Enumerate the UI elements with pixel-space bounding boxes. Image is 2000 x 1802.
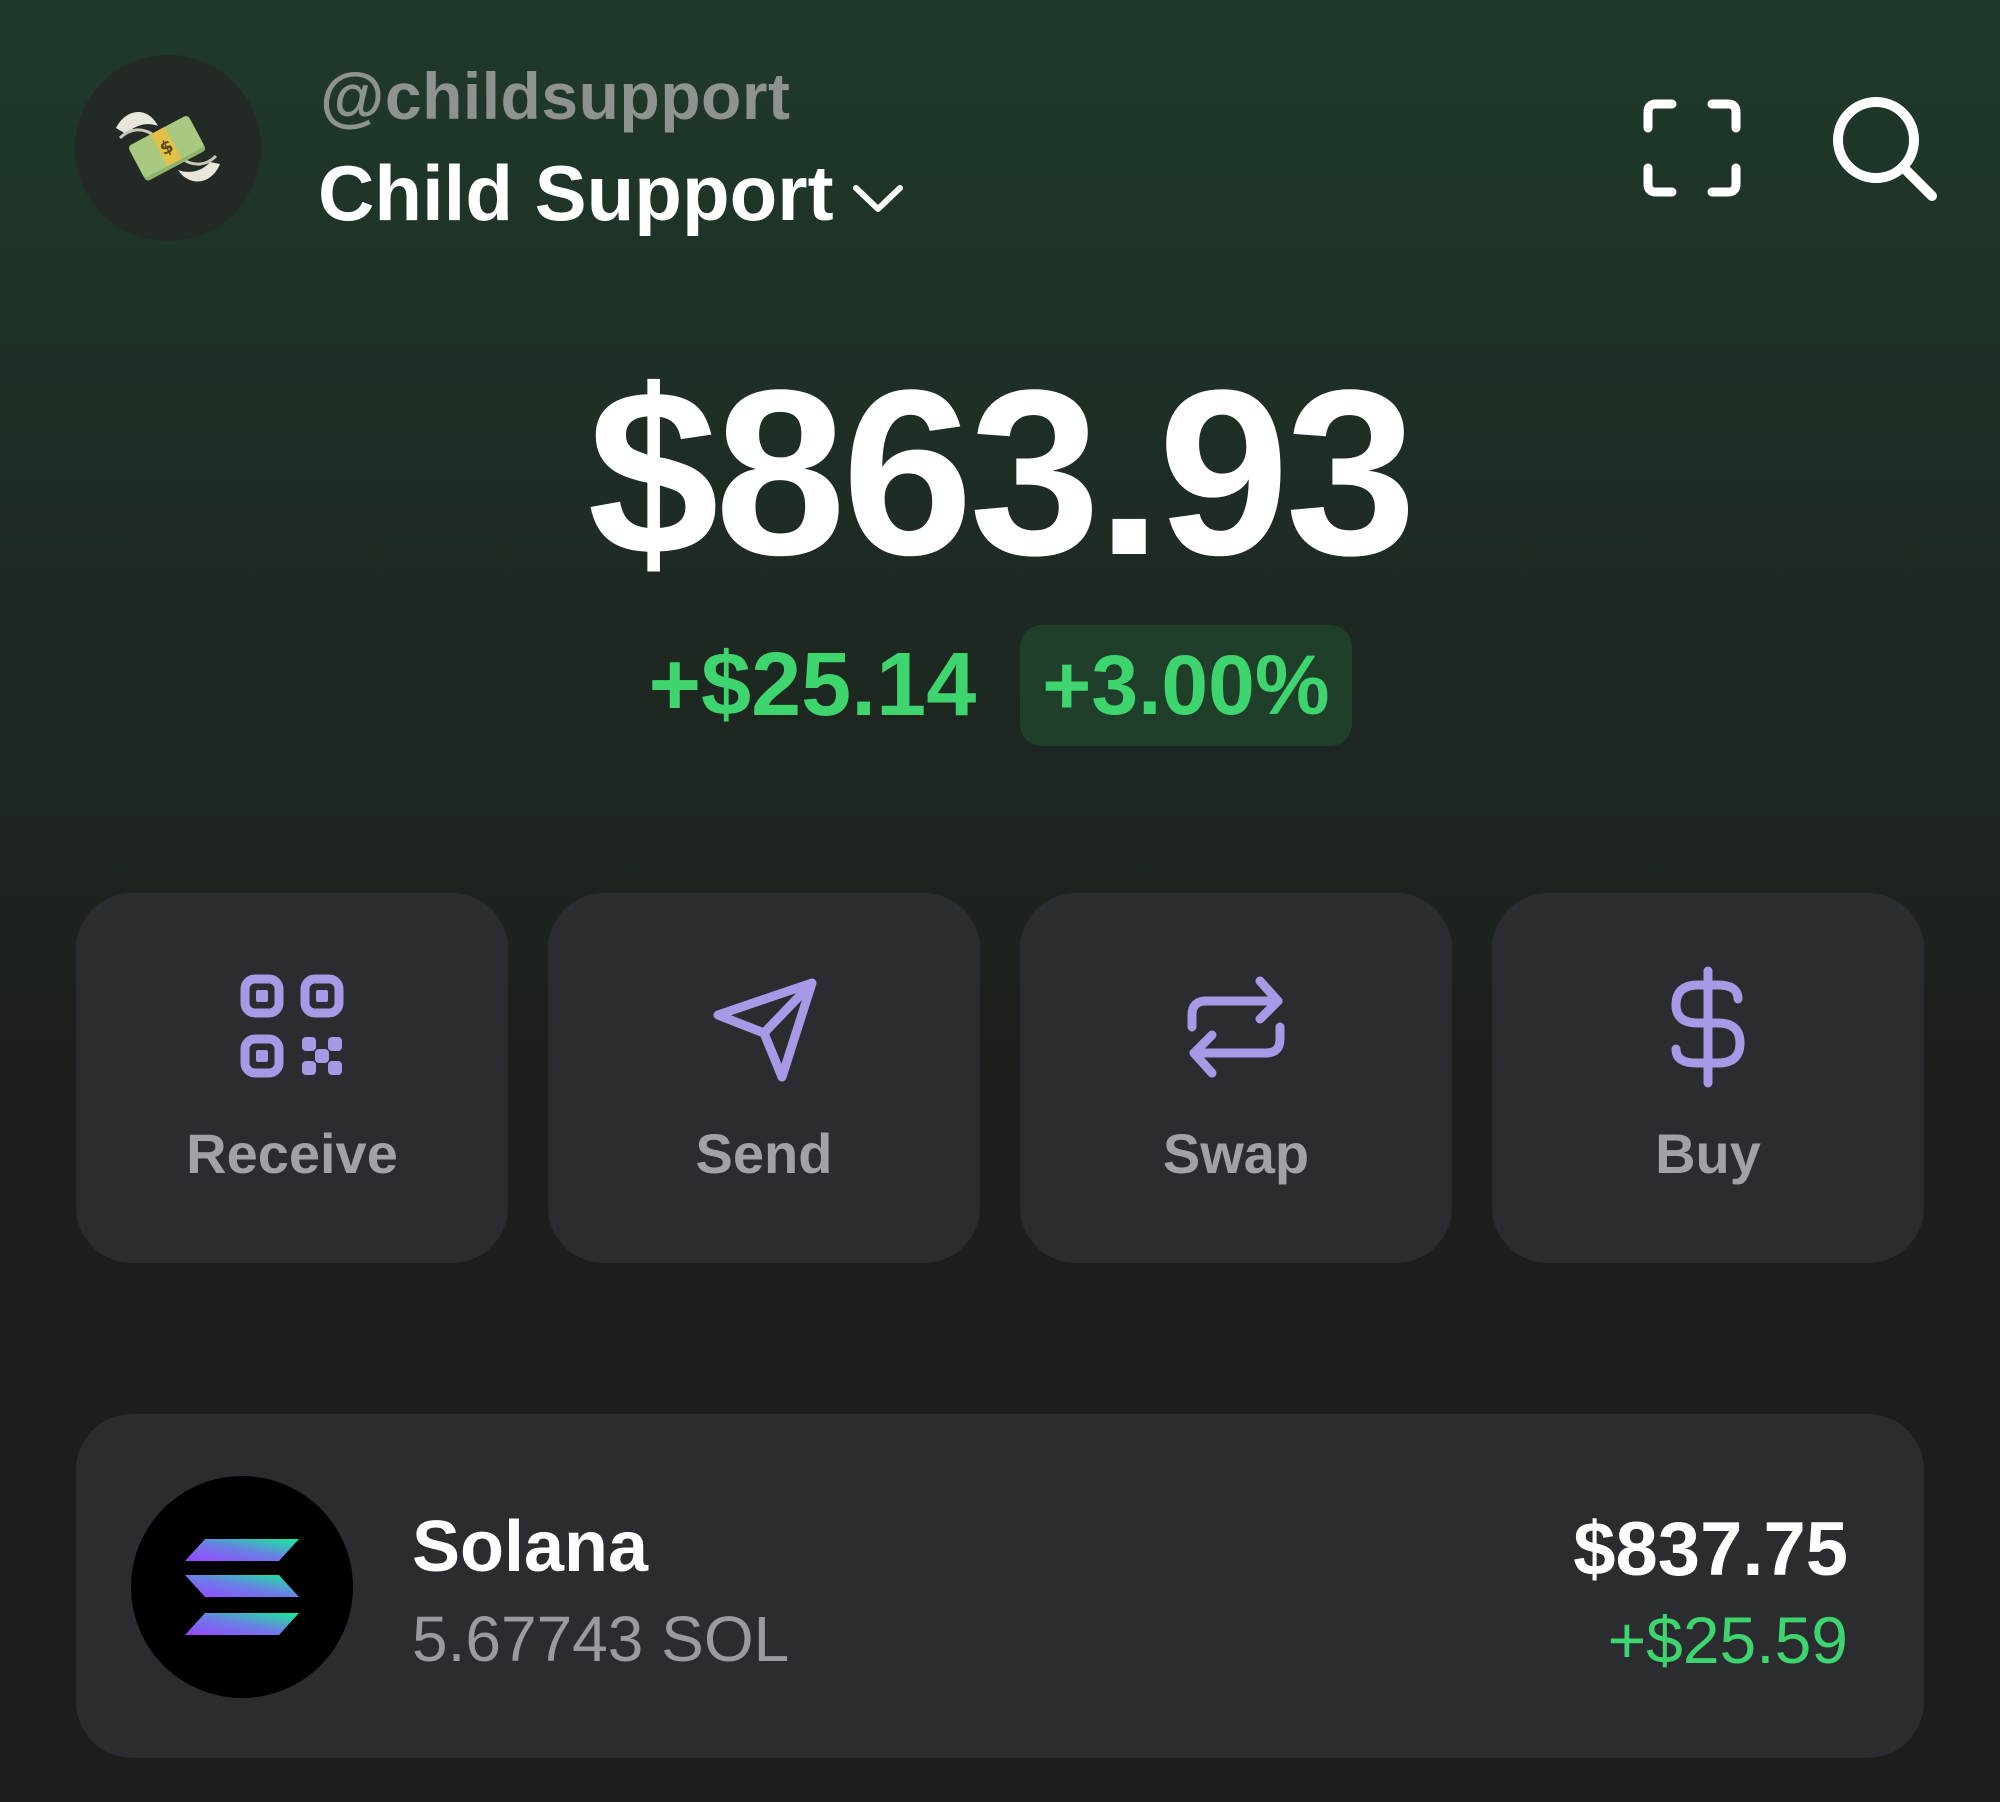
- search-button[interactable]: [1828, 92, 1940, 204]
- account-handle: @childsupport: [320, 59, 791, 133]
- account-switcher[interactable]: Child Support: [318, 148, 904, 239]
- balance-change-row: +$25.14 +3.00%: [0, 625, 2000, 746]
- scan-frame-icon: [1643, 99, 1741, 197]
- avatar[interactable]: $: [75, 55, 261, 241]
- solana-logo-icon: [131, 1476, 353, 1698]
- token-row-solana[interactable]: Solana 5.67743 SOL $837.75 +$25.59: [76, 1414, 1924, 1758]
- balance-change-percent-badge: +3.00%: [1020, 625, 1352, 746]
- token-value: $837.75: [1573, 1507, 1848, 1592]
- dollar-icon: [1671, 966, 1745, 1088]
- token-amount: 5.67743 SOL: [412, 1603, 790, 1675]
- token-name: Solana: [412, 1507, 649, 1587]
- account-name: Child Support: [318, 149, 834, 237]
- qr-code-icon: [240, 974, 344, 1078]
- receive-label: Receive: [186, 1122, 398, 1185]
- buy-button[interactable]: Buy: [1492, 893, 1924, 1263]
- chevron-down-icon: [852, 184, 903, 212]
- swap-label: Swap: [1162, 1122, 1310, 1185]
- send-button[interactable]: Send: [548, 893, 980, 1263]
- receive-button[interactable]: Receive: [76, 893, 508, 1263]
- scan-button[interactable]: [1642, 98, 1742, 198]
- money-with-wings-icon: $: [116, 111, 220, 182]
- swap-arrows-icon: [1187, 976, 1285, 1078]
- paper-plane-icon: [713, 978, 817, 1082]
- send-label: Send: [695, 1122, 833, 1185]
- token-change: +$25.59: [1607, 1603, 1848, 1677]
- total-balance: $863.93: [587, 341, 1416, 605]
- balance-change-amount: +$25.14: [648, 635, 977, 735]
- swap-button[interactable]: Swap: [1020, 893, 1452, 1263]
- search-icon: [1833, 97, 1937, 201]
- buy-label: Buy: [1655, 1122, 1761, 1185]
